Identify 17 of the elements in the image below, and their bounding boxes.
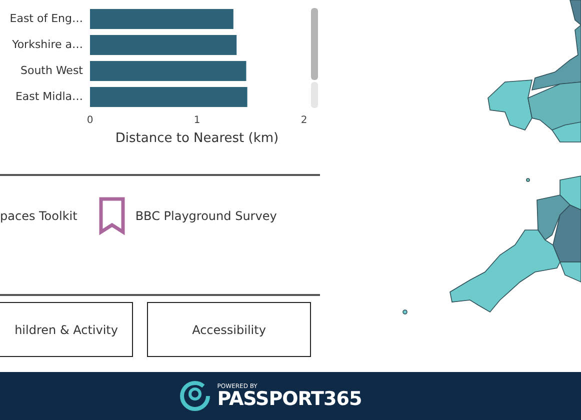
- category-label: East of Eng…: [10, 12, 83, 25]
- tick-label: 1: [194, 115, 200, 126]
- axis-title: Distance to Nearest (km): [115, 131, 279, 146]
- resource-link[interactable]: paces Toolkit: [0, 209, 78, 223]
- category-label: South West: [20, 64, 83, 77]
- bookmark-icon: [99, 197, 126, 235]
- tick-label: 0: [86, 115, 94, 126]
- brand-name: PASSPORT365: [217, 390, 362, 408]
- logo-icon: [179, 380, 212, 412]
- scrollbar-track[interactable]: [311, 82, 318, 108]
- scrollbar-thumb[interactable]: [311, 8, 318, 80]
- topic-button[interactable]: hildren & Activity: [0, 302, 133, 357]
- resource-link[interactable]: BBC Playground Survey: [135, 209, 277, 223]
- category-label: Yorkshire a…: [12, 38, 83, 51]
- category-label: East Midla…: [15, 90, 83, 103]
- tick-label: 2: [300, 115, 308, 126]
- topic-button[interactable]: Accessibility: [147, 302, 311, 357]
